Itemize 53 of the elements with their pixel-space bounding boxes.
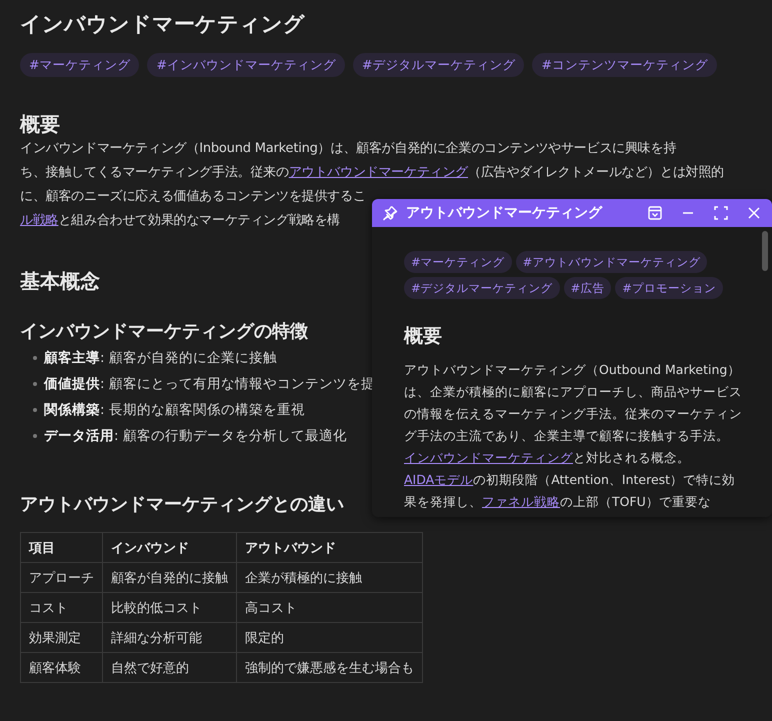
link[interactable]: アウトバウンドマーケティング (288, 165, 468, 180)
table-cell: 自然で好意的 (102, 652, 236, 682)
table-cell: 企業が積極的に接触 (236, 562, 422, 592)
link[interactable]: ファネル戦略 (482, 494, 560, 509)
close-icon[interactable] (746, 205, 762, 221)
pin-icon[interactable] (382, 205, 398, 221)
tag[interactable]: #インバウンドマーケティング (147, 53, 345, 77)
bullet-dot (33, 382, 37, 386)
bullet-dot (33, 434, 37, 438)
paragraph-line: ル戦略と組み合わせて効果的なマーケティング戦略を構 (20, 212, 340, 230)
section-heading: 基本概念 (20, 268, 100, 295)
bullet-dot (33, 356, 37, 360)
tag[interactable]: #コンテンツマーケティング (532, 53, 717, 77)
column-header: アウトバウンド (236, 532, 422, 562)
link[interactable]: AIDAモデル (404, 472, 474, 487)
section-heading: 概要 (20, 111, 60, 137)
column-header: 項目 (20, 532, 102, 562)
table-cell: コスト (20, 592, 102, 622)
table-cell: 顧客体験 (20, 652, 102, 682)
tag[interactable]: #デジタルマーケティング (404, 277, 560, 299)
maximize-icon[interactable] (713, 205, 729, 221)
table-cell: 強制的で嫌悪感を生む場合も (236, 652, 422, 682)
table-cell: 比較的低コスト (102, 592, 236, 622)
collapse-icon[interactable] (647, 205, 663, 221)
bullet-item: 顧客主導: 顧客が自発的に企業に接触 (44, 349, 277, 368)
bullet-dot (33, 408, 37, 412)
tag[interactable]: #アウトバウンドマーケティング (516, 251, 708, 273)
tag[interactable]: #広告 (564, 277, 612, 299)
tag[interactable]: #デジタルマーケティング (352, 53, 524, 77)
paragraph-line: インバウンドマーケティング（Inbound Marketing）は、顧客が自発的に企業のコンテンツやサービスに興味を持 (20, 140, 676, 158)
paragraph-line: に、顧客のニーズに応える価値あるコンテンツを提供するこ (20, 188, 366, 206)
bullet-item: 関係構築: 長期的な顧客関係の構築を重視 (44, 401, 305, 420)
paragraph: アウトバウンドマーケティング（Outbound Marketing）は、企業が積極的に顧客にアプローチし、商品やサービスの情報を伝えるマーケティング手法。従来のマーケティング手法の主流であり、企業主導で顧客に接触する手法。 インバウンドマーケティングと対比される概念。 AIDAモデルの初期段階（Attention、Interest）で特に効果を発揮し、ファネル戦略の上部（TOFU）で重要な (404, 361, 742, 511)
paragraph-line: ち、接触してくるマーケティング手法。従来のアウトバウンドマーケティング（広告やダイレクトメールなど）とは対照的 (20, 164, 724, 182)
tag[interactable]: #マーケティング (404, 251, 512, 273)
subsection-heading: インバウンドマーケティングの特徴 (20, 320, 308, 344)
bullet-item: データ活用: 顧客の行動データを分析して最適化 (44, 427, 347, 446)
table-cell: 顧客が自発的に接触 (102, 562, 236, 592)
section-heading: 概要 (404, 324, 442, 349)
link[interactable]: インバウンドマーケティング (404, 450, 573, 465)
page-title: インバウンドマーケティング (20, 11, 305, 38)
table-cell: 高コスト (236, 592, 422, 622)
tag[interactable]: #マーケティング (20, 53, 140, 77)
column-header: インバウンド (102, 532, 236, 562)
scrollbar[interactable] (762, 231, 768, 271)
table-cell: 効果測定 (20, 622, 102, 652)
table-cell: 限定的 (236, 622, 422, 652)
popup-title: アウトバウンドマーケティング (406, 204, 602, 222)
section-heading: アウトバウンドマーケティングとの違い (20, 493, 344, 517)
tag[interactable]: #プロモーション (615, 277, 723, 299)
link[interactable]: ル戦略 (20, 213, 58, 228)
table-cell: アプローチ (20, 562, 102, 592)
table-cell: 詳細な分析可能 (102, 622, 236, 652)
